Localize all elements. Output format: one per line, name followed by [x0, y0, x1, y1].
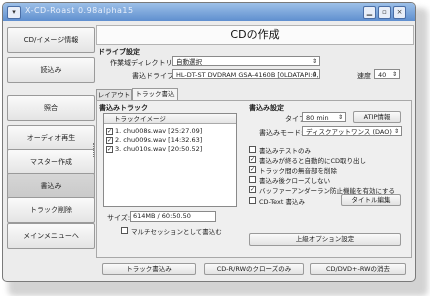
multisession-checkbox[interactable]: [121, 227, 128, 234]
option-checkbox-no-close[interactable]: [249, 176, 256, 183]
close-disc-button[interactable]: CD-R/RWのクローズのみ: [204, 263, 304, 275]
speed-label: 速度: [357, 72, 371, 80]
sidebar-item-read[interactable]: 読込み: [7, 57, 95, 83]
erase-disc-button[interactable]: CD/DVD+-RWの消去: [310, 263, 406, 275]
writer-drive-select[interactable]: HL-DT-ST DVDRAM GSA-4160B [0LDATAPI:0,0 …: [172, 69, 320, 79]
cdtext-checkbox[interactable]: [249, 197, 256, 204]
size-field: 614MB / 60:50.50: [130, 211, 216, 222]
write-tracks-heading: 書込みトラック: [99, 104, 148, 112]
writer-drive-label: 書込ドライブ:: [132, 72, 177, 80]
sidebar-item-audio-play[interactable]: オーディオ再生: [7, 125, 95, 151]
option-checkbox-eject[interactable]: ✓: [249, 156, 256, 163]
drive-settings-heading: ドライブ設定: [98, 48, 140, 56]
multisession-label[interactable]: マルチセッションとして書込む: [131, 226, 222, 236]
sidebar-item-delete-tracks[interactable]: トラック削除: [7, 197, 95, 223]
workdir-label: 作業域ディレクトリ:: [110, 59, 175, 67]
track-checkbox[interactable]: ✓: [106, 146, 113, 153]
track-checkbox[interactable]: ✓: [106, 128, 113, 135]
title-edit-button[interactable]: タイトル編集: [341, 194, 401, 206]
track-checkbox[interactable]: ✓: [106, 137, 113, 144]
advanced-options-button[interactable]: 上級オプション設定: [249, 233, 401, 246]
speed-spinbox[interactable]: 40 ⇕: [374, 69, 400, 79]
page-title: CDの作成: [96, 25, 414, 45]
track-list[interactable]: トラックイメージ ✓ 1. chu008s.wav [25:27.09] ✓ 2…: [103, 113, 237, 207]
maximize-icon[interactable]: ▫: [378, 6, 391, 19]
window-title: X-CD-Roast 0.98alpha15: [25, 6, 134, 15]
option-eject[interactable]: 書込みが終ると自動的にCD取り出し: [259, 155, 366, 165]
main-area: CDの作成 ドライブ設定 作業域ディレクトリ: 自動選択 ⇕ 書込ドライブ: H…: [96, 25, 414, 279]
sidebar-item-cd-image-info[interactable]: CD/イメージ情報: [7, 27, 95, 53]
option-checkbox-burnfree[interactable]: ✓: [249, 186, 256, 193]
spin-arrows-icon: ⇕: [337, 114, 343, 121]
minimize-icon[interactable]: ▁: [363, 6, 376, 19]
spin-arrows-icon: ⇕: [311, 58, 317, 65]
application-window: ▾ X-CD-Roast 0.98alpha15 ▁ ▫ × CD/イメージ情報…: [2, 2, 416, 282]
write-settings-heading: 書込み設定: [249, 104, 284, 112]
window-menu-icon[interactable]: ▾: [7, 6, 21, 19]
sidebar-item-write[interactable]: 書込み: [7, 173, 95, 199]
write-mode-value: ディスクアットワンス (DAO): [306, 128, 392, 136]
spin-arrows-icon: ⇕: [391, 71, 397, 78]
sidebar-item-verify[interactable]: 照合: [7, 95, 95, 121]
option-remove-gaps[interactable]: トラック間の無音部を削除: [259, 165, 337, 175]
size-label: サイズ:: [107, 214, 131, 222]
option-checkbox-test-only[interactable]: [249, 146, 256, 153]
list-item[interactable]: 1. chu008s.wav [25:27.09]: [115, 127, 202, 135]
sidebar-item-master[interactable]: マスター作成: [7, 149, 95, 175]
sidebar-item-main-menu[interactable]: メインメニューへ: [7, 223, 95, 249]
write-mode-label: 書込みモード:: [259, 129, 304, 137]
speed-value: 40: [378, 71, 387, 79]
tab-layout[interactable]: レイアウト: [96, 89, 132, 100]
list-item[interactable]: 3. chu010s.wav [20:50.52]: [115, 145, 202, 153]
title-bar[interactable]: ▾ X-CD-Roast 0.98alpha15 ▁ ▫ ×: [3, 3, 415, 21]
write-tracks-button[interactable]: トラック書込み: [102, 263, 196, 275]
workdir-value: 自動選択: [176, 58, 202, 66]
writer-drive-value: HL-DT-ST DVDRAM GSA-4160B [0LDATAPI:0,0: [176, 71, 320, 79]
atip-info-button[interactable]: ATIP情報: [353, 111, 401, 123]
option-test-only[interactable]: 書込みテストのみ: [259, 145, 311, 155]
cdtext-label[interactable]: CD-Text 書込み: [259, 196, 305, 206]
workdir-select[interactable]: 自動選択 ⇕: [172, 56, 320, 66]
tab-content-panel: 書込みトラック トラックイメージ ✓ 1. chu008s.wav [25:27…: [96, 100, 412, 258]
disc-type-select[interactable]: 80 min ⇕: [302, 112, 346, 122]
spin-arrows-icon: ⇕: [393, 128, 399, 135]
track-list-header[interactable]: トラックイメージ: [104, 114, 236, 124]
close-icon[interactable]: ×: [393, 6, 406, 19]
option-no-close[interactable]: 書込み後クローズしない: [259, 175, 330, 185]
spin-arrows-icon: ⇕: [311, 71, 317, 78]
option-checkbox-remove-gaps[interactable]: ✓: [249, 166, 256, 173]
disc-type-value: 80 min: [306, 114, 329, 122]
write-mode-select[interactable]: ディスクアットワンス (DAO) ⇕: [302, 126, 402, 136]
list-item[interactable]: 2. chu009s.wav [14:32.63]: [115, 136, 202, 144]
tab-write-tracks[interactable]: トラック書込み: [132, 88, 178, 109]
